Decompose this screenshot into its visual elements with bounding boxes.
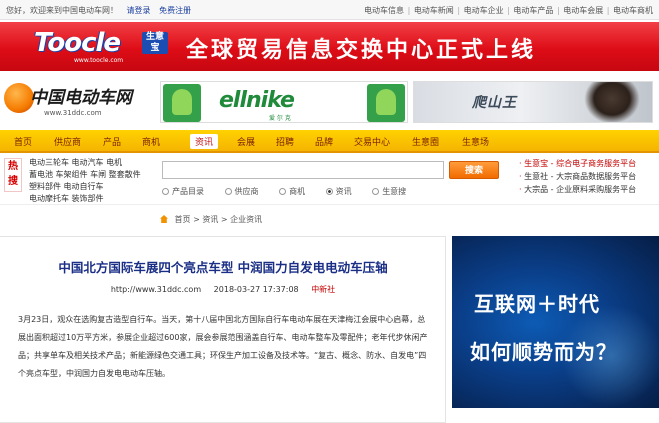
site-name: 中国电动车网: [30, 88, 132, 108]
welcome-text: 您好，欢迎来到中国电动车网！: [6, 6, 118, 15]
hot-category-row[interactable]: 塑料部件 电动自行车: [29, 181, 159, 193]
breadcrumb: 首页 > 资讯 > 企业资讯: [160, 214, 262, 225]
model-photo: [584, 82, 640, 122]
service-link[interactable]: 生意社 - 大宗商品数据服务平台: [524, 172, 636, 181]
radio-suppliers[interactable]: 供应商: [224, 186, 259, 197]
top-link-info[interactable]: 电动车信息: [364, 6, 404, 15]
radio-shengyisou[interactable]: 生意搜: [372, 186, 406, 197]
article-title: 中国北方国际车展四个亮点车型 中润国力自发电电动车压轴: [58, 260, 388, 275]
toocle-logo-url: www.toocle.com: [74, 57, 124, 64]
hot-search-label: 热搜: [4, 158, 22, 192]
article-url[interactable]: http://www.31ddc.com: [111, 285, 201, 294]
radio-opportunities[interactable]: 商机: [279, 186, 305, 197]
radio-news[interactable]: 资讯: [325, 186, 352, 197]
main-nav: 首页 供应商 产品 商机 资讯 会展 招聘 品牌 交易中心 生意圈 生意场: [0, 130, 659, 153]
radio-icon: [325, 188, 333, 195]
search-button[interactable]: 搜索: [449, 161, 499, 179]
toocle-logo: Toocle 生意宝 www.toocle.com: [34, 28, 174, 64]
nav-suppliers[interactable]: 供应商: [54, 135, 81, 148]
toocle-banner[interactable]: Toocle 生意宝 www.toocle.com 全球贸易信息交换中心正式上线: [0, 22, 659, 71]
breadcrumb-home[interactable]: 首页: [175, 215, 191, 224]
toocle-logo-tag: 生意宝: [142, 32, 168, 54]
breadcrumb-company-news[interactable]: 企业资讯: [230, 215, 262, 224]
ad-brand-sub: 爱 尔 克: [269, 115, 291, 122]
nav-trade-center[interactable]: 交易中心: [354, 135, 390, 148]
top-link-news[interactable]: 电动车新闻: [414, 6, 454, 15]
nav-news[interactable]: 资讯: [190, 134, 219, 149]
ad-headline: 互联网＋时代: [474, 292, 600, 316]
article: 中国北方国际车展四个亮点车型 中润国力自发电电动车压轴 http://www.3…: [0, 236, 446, 423]
register-link[interactable]: 免费注册: [159, 6, 191, 15]
mascot-icon: [367, 84, 405, 122]
nav-products[interactable]: 产品: [103, 135, 121, 148]
service-link[interactable]: 生意宝 - 综合电子商务服务平台: [524, 159, 636, 168]
nav-opportunities[interactable]: 商机: [142, 135, 160, 148]
article-body: 3月23日，观众在选购复古造型自行车。当天，第十八届中国北方国际自行车电动车展在…: [18, 315, 428, 378]
toocle-logo-text: Toocle: [34, 28, 121, 58]
nav-business-market[interactable]: 生意场: [462, 135, 489, 148]
top-link-company[interactable]: 电动车企业: [464, 6, 504, 15]
ellnike-ad[interactable]: ellnike 爱 尔 克: [160, 81, 408, 123]
ad-brand: ellnike: [219, 88, 295, 113]
hot-categories: 电动三轮车 电动汽车 电机 蓄电池 车架组件 车闸 整套散件 塑料部件 电动自行…: [29, 157, 159, 205]
article-meta: http://www.31ddc.com 2018-03-27 17:37:08…: [0, 284, 446, 295]
top-link-opportunity[interactable]: 电动车商机: [613, 6, 653, 15]
nav-expo[interactable]: 会展: [237, 135, 255, 148]
logo-row: 中国电动车网 www.31ddc.com ellnike 爱 尔 克 爬山王: [0, 73, 659, 127]
article-date: 2018-03-27 17:37:08: [213, 285, 299, 294]
top-link-product[interactable]: 电动车产品: [513, 6, 553, 15]
welcome-area: 您好，欢迎来到中国电动车网！ 请登录 免费注册: [6, 5, 191, 16]
service-link[interactable]: 大宗品 - 企业原料采购服务平台: [524, 185, 636, 194]
breadcrumb-news[interactable]: 资讯: [202, 215, 218, 224]
internet-plus-ad[interactable]: 互联网＋时代 如何顺势而为？: [452, 236, 659, 408]
banner-slogan: 全球贸易信息交换中心正式上线: [186, 38, 537, 63]
top-link-expo[interactable]: 电动车会展: [563, 6, 603, 15]
service-links: · 生意宝 - 综合电子商务服务平台 · 生意社 - 大宗商品数据服务平台 · …: [519, 159, 637, 194]
hot-category-row[interactable]: 蓄电池 车架组件 车闸 整套散件: [29, 169, 159, 181]
top-bar: 您好，欢迎来到中国电动车网！ 请登录 免费注册 电动车信息 | 电动车新闻 | …: [0, 0, 659, 20]
hot-category-row[interactable]: 电动摩托车 装饰部件: [29, 193, 159, 205]
radio-icon: [279, 188, 287, 195]
radio-icon: [224, 188, 232, 195]
nav-home[interactable]: 首页: [14, 135, 32, 148]
search-area: 热搜 电动三轮车 电动汽车 电机 蓄电池 车架组件 车闸 整套散件 塑料部件 电…: [0, 155, 659, 205]
radio-catalog[interactable]: 产品目录: [162, 186, 204, 197]
mascot-icon: [163, 84, 201, 122]
hot-category-row[interactable]: 电动三轮车 电动汽车 电机: [29, 157, 159, 169]
radio-icon: [162, 188, 169, 195]
nav-jobs[interactable]: 招聘: [276, 135, 294, 148]
site-url: www.31ddc.com: [44, 109, 102, 117]
ad2-text: 爬山王: [472, 95, 517, 111]
ad-subheadline: 如何顺势而为？: [470, 340, 617, 364]
home-icon: [160, 215, 168, 223]
search-input[interactable]: [162, 161, 444, 179]
nav-business-circle[interactable]: 生意圈: [412, 135, 439, 148]
search-scope: 产品目录 供应商 商机 资讯 生意搜: [162, 186, 424, 197]
pashanwang-ad[interactable]: 爬山王: [413, 81, 653, 123]
article-source: 中新社: [311, 285, 336, 294]
radio-icon: [372, 188, 380, 195]
site-logo[interactable]: 中国电动车网 www.31ddc.com: [4, 79, 154, 123]
nav-brands[interactable]: 品牌: [315, 135, 333, 148]
login-link[interactable]: 请登录: [127, 6, 151, 15]
top-links: 电动车信息 | 电动车新闻 | 电动车企业 | 电动车产品 | 电动车会展 | …: [364, 6, 653, 15]
